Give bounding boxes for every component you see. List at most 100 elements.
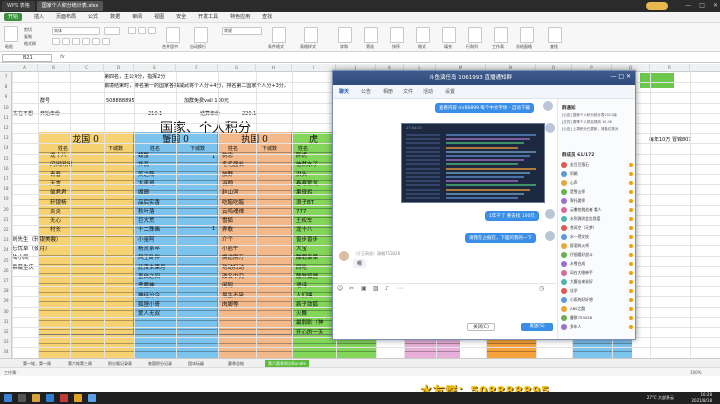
group-number[interactable]: 508888895 (106, 97, 135, 106)
green-highlight-cell[interactable] (640, 73, 674, 88)
bold-button[interactable] (52, 38, 60, 45)
member-name-cell[interactable]: 青春 (50, 171, 61, 180)
sheet-tab[interactable]: 积分版记录表 (105, 360, 135, 367)
group-member-item[interactable]: 云撒拍挑战者 看人 (561, 206, 635, 214)
sheet-tab[interactable]: 第六轮第三周 (65, 360, 95, 367)
member-name-cell[interactable]: 毛毛届长 (222, 161, 244, 170)
member-name-cell[interactable]: 介个 (222, 236, 233, 245)
row-header[interactable]: 11 (0, 113, 12, 123)
menu-data[interactable]: 数据 (110, 12, 120, 23)
row-header[interactable]: 14 (0, 143, 12, 153)
message-bubble-1[interactable]: 查看内容 mr86899 每个中文字体 - 自动下载 (435, 103, 534, 113)
member-name-cell[interactable]: 浪子BT (296, 199, 314, 208)
group-member-item[interactable]: 心声 (561, 179, 635, 187)
wrap-text-button[interactable] (194, 27, 208, 43)
app-icon[interactable] (88, 394, 96, 402)
row-header[interactable]: 13 (0, 133, 12, 143)
group-member-item[interactable]: 水到源尚会告我爱 (561, 215, 635, 223)
group-member-item[interactable]: 阿娟 (561, 170, 635, 178)
group-member-item[interactable]: 风在大眼神手 (561, 269, 635, 277)
qq-group-chat-window[interactable]: 斗鱼演任岛 1061993 直播通知群 — □ ✕ 聊天 公告 相册 文件 活动… (332, 70, 636, 340)
row-header[interactable]: 16 (0, 164, 12, 174)
tab-wps-home[interactable]: WPS 表格 (2, 1, 35, 11)
rule-line-2[interactable]: 霸境结束时，排名第一的国家各抽减武将个人分+4分，排名第二国家个人分+3分。 (104, 82, 289, 91)
history-icon[interactable]: ◷ (539, 285, 544, 292)
copy-label[interactable]: 复制 (24, 34, 32, 40)
member-name-cell[interactable]: 放野 (222, 171, 233, 180)
message-bubble-3[interactable]: 请我在占据在，下面的我的一下 (465, 233, 536, 243)
column-header[interactable]: H (256, 64, 292, 72)
notice-item-2[interactable]: [文件] 赛季个人排名规则 10.3K (562, 120, 612, 125)
member-name-cell[interactable]: 洪头 (296, 171, 307, 180)
search-icon[interactable] (18, 394, 26, 402)
group-label[interactable]: 群号 (40, 97, 50, 106)
send-button[interactable]: 发送(S) (521, 323, 553, 331)
chat-tab-notice[interactable]: 公告 (361, 88, 371, 95)
menu-start[interactable]: 开始 (4, 13, 23, 21)
sheet-tab[interactable]: 各国积分记录 (145, 360, 175, 367)
note-left-a[interactable]: 实在不想 (13, 110, 33, 119)
nation-block-dragon[interactable]: 龙国 0 姓名 下城数 龙十八闪闲闲闲青春天言邹君君轩银杨炎炎无心村长刘先生（轩… (12, 132, 134, 334)
member-name-cell[interactable]: 拌瓦 (138, 161, 149, 170)
worksheet-button[interactable] (494, 27, 508, 43)
italic-button[interactable] (62, 38, 70, 45)
member-name-cell[interactable]: 轩银杨 (50, 199, 67, 208)
folder-icon[interactable]: ▣ (361, 285, 367, 292)
notice-item-1[interactable]: [公告] 国家个人积分统计表2021版 (562, 113, 617, 118)
group-member-item[interactable]: 寄托要师 (561, 197, 635, 205)
message-bubble-2[interactable]: 1年千了 要去找 100元 (485, 211, 539, 221)
microphone-icon[interactable]: ♪ (385, 285, 389, 292)
menu-page-layout[interactable]: 页面布局 (56, 12, 76, 23)
font-color-button[interactable] (102, 38, 110, 45)
message-bubble-left[interactable]: 嗯 (353, 259, 367, 268)
row-header[interactable]: 12 (0, 123, 12, 133)
filter-button[interactable] (364, 27, 378, 43)
row-header[interactable]: 33 (0, 337, 12, 347)
start-menu-icon[interactable] (4, 394, 12, 402)
menu-formulas[interactable]: 公式 (88, 12, 98, 23)
right-note[interactable]: 每年10万 冒锦807 (649, 136, 692, 143)
group-member-item[interactable]: 是雪山师 (561, 188, 635, 196)
fx-icon[interactable]: fx (60, 54, 65, 60)
format-button[interactable] (416, 27, 430, 43)
sheet-tab[interactable]: 第一轮，第一周 (20, 360, 54, 367)
avatar-self-4[interactable] (545, 231, 555, 241)
group-member-item[interactable]: 小雨的好好想 (561, 296, 635, 304)
more-icon[interactable]: ⋯ (397, 285, 403, 292)
chat-window-controls[interactable]: — □ ✕ (610, 73, 631, 80)
row-header[interactable]: 31 (0, 317, 12, 327)
group-member-item[interactable]: 佳学 (561, 287, 635, 295)
avatar-self-3[interactable] (545, 209, 555, 219)
table-style-button[interactable] (304, 27, 318, 43)
menu-search[interactable]: 查找 (262, 12, 272, 23)
member-name-cell[interactable]: 龙十八 (296, 226, 313, 235)
chat-tab-settings[interactable]: 设置 (445, 88, 455, 95)
chat-tab-files[interactable]: 文件 (403, 88, 413, 95)
row-header[interactable]: 32 (0, 327, 12, 337)
rows-columns-button[interactable] (468, 27, 482, 43)
group-member-item[interactable]: 苍风空（天梦） (561, 224, 635, 232)
row-header[interactable]: 20 (0, 205, 12, 215)
row-header[interactable]: 27 (0, 276, 12, 286)
close-chat-button[interactable]: 关闭(C) (467, 323, 495, 331)
column-header[interactable]: A (12, 64, 38, 72)
menu-view[interactable]: 视图 (154, 12, 164, 23)
sheet-tab[interactable]: 第六赛季积分Bundle (265, 360, 309, 367)
member-name-cell[interactable]: 曾步曾步 (296, 236, 318, 245)
start-year-label[interactable]: 开始年份 (40, 110, 60, 119)
maximize-icon[interactable]: □ (699, 1, 705, 11)
group-member-item[interactable]: 大醒出来说好 (561, 278, 635, 286)
file-explorer-icon[interactable] (32, 394, 40, 402)
nation-block-tiger[interactable]: 虎 姓名 胖虎信然水了洪头春寒繁龙果母鸡浪子BT777王权车龙十八曾步曾步大宝酣… (292, 132, 336, 345)
member-name-cell[interactable]: 闪闲闲闲 (50, 161, 72, 170)
row-header[interactable]: 8 (0, 82, 12, 92)
sort-button[interactable] (390, 27, 404, 43)
menu-review[interactable]: 审阅 (132, 12, 142, 23)
close-icon[interactable]: ✕ (713, 1, 718, 11)
chat-tab-album[interactable]: 相册 (383, 88, 393, 95)
member-name-cell[interactable]: 笑之殇 (138, 171, 155, 180)
find-button[interactable] (548, 27, 562, 43)
weather-widget[interactable]: 27°C 大部多云 (647, 395, 674, 401)
conditional-format-button[interactable] (272, 27, 286, 43)
menu-insert[interactable]: 插入 (34, 12, 44, 23)
